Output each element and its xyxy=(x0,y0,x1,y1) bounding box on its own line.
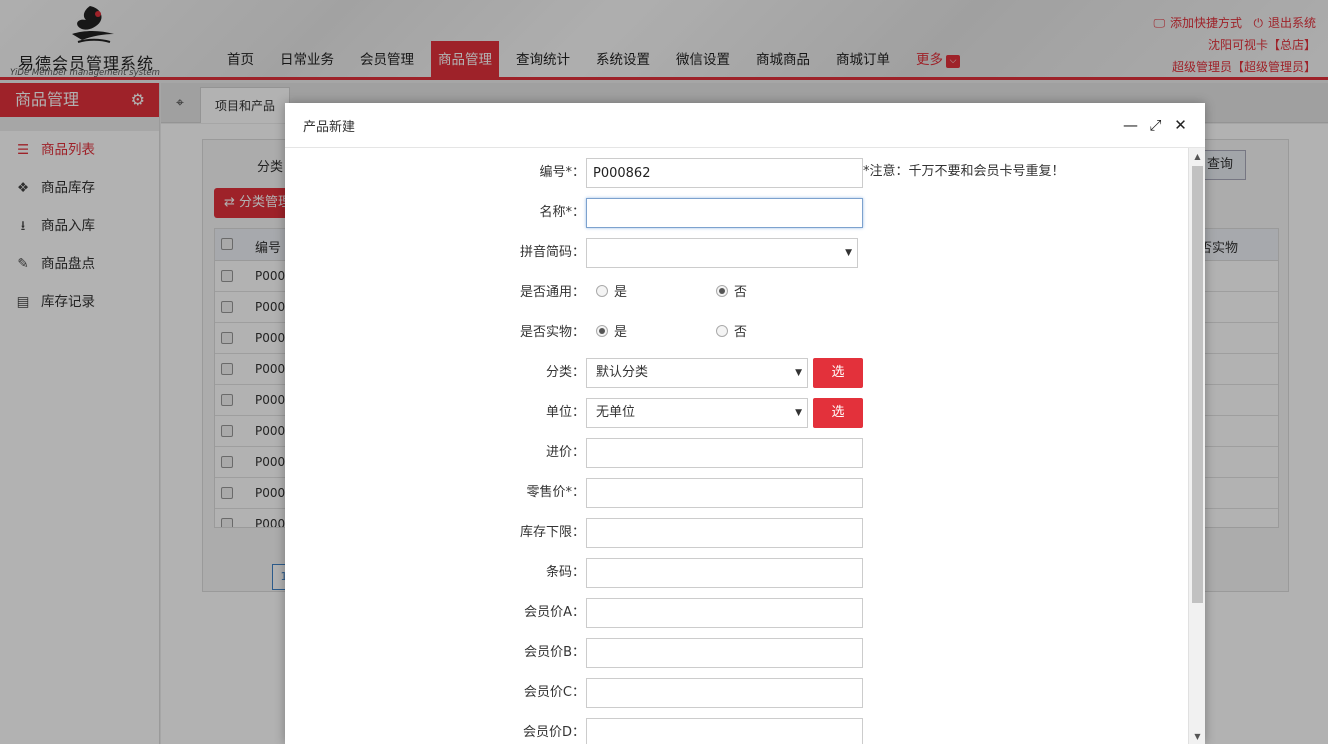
dropdown-arrow-icon: ▼ xyxy=(795,408,802,418)
form-row-member-b: 会员价B： xyxy=(285,638,1185,668)
form-row-pinyin: 拼音简码： ▼ xyxy=(285,238,1185,268)
cost-label: 进价： xyxy=(545,445,585,460)
dialog-body: 编号*： *注意：千万不要和会员卡号重复！ 名称*： 拼音简码： ▼ 是否通用：… xyxy=(285,147,1205,744)
form-row-physical: 是否实物： 是 否 xyxy=(285,318,1185,348)
radio-icon xyxy=(596,285,608,297)
dropdown-arrow-icon: ▼ xyxy=(845,248,852,258)
unit-select[interactable]: 无单位 ▼ xyxy=(586,398,808,428)
radio-label: 是 xyxy=(614,325,628,340)
radio-label: 否 xyxy=(734,325,748,340)
radio-checked-icon xyxy=(596,325,608,337)
scroll-thumb[interactable] xyxy=(1192,166,1203,603)
unit-pick-button[interactable]: 选 xyxy=(813,398,863,428)
maximize-icon[interactable]: ⤢ xyxy=(1143,113,1168,137)
dialog-scrollbar[interactable]: ▲ ▼ xyxy=(1188,148,1205,744)
radio-label: 否 xyxy=(734,285,748,300)
member-price-a-label: 会员价A： xyxy=(524,605,585,620)
category-label: 分类： xyxy=(545,365,585,380)
form-row-stock-min: 库存下限： xyxy=(285,518,1185,548)
physical-no-radio[interactable]: 否 xyxy=(716,318,747,348)
close-icon[interactable]: ✕ xyxy=(1168,113,1193,137)
stock-min-label: 库存下限： xyxy=(519,525,585,540)
pinyin-label: 拼音简码： xyxy=(519,245,585,260)
form-row-member-a: 会员价A： xyxy=(285,598,1185,628)
code-label: 编号*： xyxy=(539,165,585,180)
member-price-b-input[interactable] xyxy=(586,638,863,668)
form-row-general: 是否通用： 是 否 xyxy=(285,278,1185,308)
code-input[interactable] xyxy=(586,158,863,188)
physical-label: 是否实物： xyxy=(519,325,585,340)
member-price-c-input[interactable] xyxy=(586,678,863,708)
cost-price-input[interactable] xyxy=(586,438,863,468)
form-row-member-d: 会员价D： xyxy=(285,718,1185,744)
dialog-controls: — ⤢ ✕ xyxy=(1118,113,1193,137)
member-price-b-label: 会员价B： xyxy=(524,645,585,660)
code-note: *注意：千万不要和会员卡号重复！ xyxy=(863,164,1065,179)
form-row-code: 编号*： *注意：千万不要和会员卡号重复！ xyxy=(285,158,1185,188)
dialog-title: 产品新建 xyxy=(303,120,356,135)
category-select[interactable]: 默认分类 ▼ xyxy=(586,358,808,388)
radio-label: 是 xyxy=(614,285,628,300)
radio-icon xyxy=(716,325,728,337)
form-row-barcode: 条码： xyxy=(285,558,1185,588)
category-pick-button[interactable]: 选 xyxy=(813,358,863,388)
form-row-name: 名称*： xyxy=(285,198,1185,228)
form-row-category: 分类： 默认分类 ▼ 选 xyxy=(285,358,1185,388)
form-row-cost: 进价： xyxy=(285,438,1185,468)
new-product-dialog: 产品新建 — ⤢ ✕ 编号*： *注意：千万不要和会员卡号重复！ 名称*： 拼音… xyxy=(285,103,1205,744)
scroll-down-icon[interactable]: ▼ xyxy=(1189,728,1205,744)
retail-price-input[interactable] xyxy=(586,478,863,508)
form-row-unit: 单位： 无单位 ▼ 选 xyxy=(285,398,1185,428)
pinyin-select[interactable]: ▼ xyxy=(586,238,858,268)
member-price-a-input[interactable] xyxy=(586,598,863,628)
member-price-d-label: 会员价D： xyxy=(522,725,585,740)
scroll-up-icon[interactable]: ▲ xyxy=(1189,148,1205,165)
form-row-member-c: 会员价C： xyxy=(285,678,1185,708)
physical-yes-radio[interactable]: 是 xyxy=(596,318,627,348)
name-input[interactable] xyxy=(586,198,863,228)
general-yes-radio[interactable]: 是 xyxy=(596,278,627,308)
retail-label: 零售价*： xyxy=(526,485,585,500)
category-value: 默认分类 xyxy=(596,365,649,380)
minimize-icon[interactable]: — xyxy=(1118,113,1143,137)
stock-min-input[interactable] xyxy=(586,518,863,548)
general-label: 是否通用： xyxy=(519,285,585,300)
barcode-label: 条码： xyxy=(545,565,585,580)
unit-value: 无单位 xyxy=(596,405,636,420)
name-label: 名称*： xyxy=(539,205,585,220)
form-row-retail: 零售价*： xyxy=(285,478,1185,508)
general-no-radio[interactable]: 否 xyxy=(716,278,747,308)
radio-checked-icon xyxy=(716,285,728,297)
member-price-d-input[interactable] xyxy=(586,718,863,744)
dropdown-arrow-icon: ▼ xyxy=(795,368,802,378)
member-price-c-label: 会员价C： xyxy=(523,685,585,700)
barcode-input[interactable] xyxy=(586,558,863,588)
unit-label: 单位： xyxy=(545,405,585,420)
